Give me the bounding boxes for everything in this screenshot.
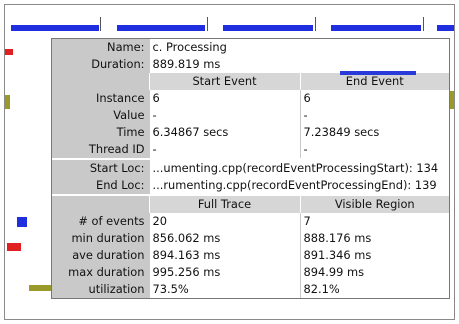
- end-loc-label: End Loc:: [52, 177, 149, 194]
- utilization-full: 73.5%: [148, 281, 300, 298]
- event-bar-blue[interactable]: [437, 25, 454, 31]
- value-start: -: [148, 107, 300, 124]
- timeline-view[interactable]: Name: c. Processing Duration: 889.819 ms…: [4, 4, 455, 320]
- instance-label: Instance: [52, 90, 149, 107]
- max-duration-label: max duration: [52, 264, 149, 281]
- max-duration-full: 995.256 ms: [148, 264, 300, 281]
- max-duration-visible: 894.99 ms: [299, 264, 449, 281]
- value-end: -: [299, 107, 449, 124]
- event-marker-red[interactable]: [5, 49, 13, 55]
- duration-bar: [340, 71, 416, 75]
- ave-duration-full: 894.163 ms: [148, 247, 300, 264]
- duration-label: Duration:: [52, 56, 149, 73]
- event-count-label: # of events: [52, 213, 149, 230]
- name-label: Name:: [52, 39, 149, 56]
- min-duration-visible: 888.176 ms: [299, 230, 449, 247]
- event-bar-blue[interactable]: [331, 25, 421, 31]
- tooltip-summary: Name: c. Processing Duration: 889.819 ms: [52, 39, 449, 73]
- utilization-visible: 82.1%: [299, 281, 449, 298]
- stats-table: Full Trace Visible Region # of events 20…: [52, 194, 449, 298]
- thread-id-start: -: [148, 141, 300, 158]
- event-bar-blue[interactable]: [223, 25, 313, 31]
- event-bar-blue[interactable]: [117, 25, 205, 31]
- stats-corner: [52, 195, 149, 213]
- start-event-header: Start Event: [148, 73, 300, 90]
- end-loc-value: ...rumenting.cpp(recordEventProcessingEn…: [148, 177, 449, 194]
- location-table: Start Loc: ...umenting.cpp(recordEventPr…: [52, 158, 449, 194]
- event-marker-olive[interactable]: [29, 285, 51, 291]
- value-label: Value: [52, 107, 149, 124]
- event-bar-blue[interactable]: [11, 25, 99, 31]
- instance-end: 6: [299, 90, 449, 107]
- event-marker-olive[interactable]: [5, 95, 10, 109]
- ave-duration-label: ave duration: [52, 247, 149, 264]
- event-marker-blue[interactable]: [17, 217, 27, 227]
- utilization-label: utilization: [52, 281, 149, 298]
- events-table: Start Event End Event Instance 6 6 Value…: [52, 73, 449, 158]
- event-info-tooltip: Name: c. Processing Duration: 889.819 ms…: [51, 38, 450, 299]
- event-marker-red[interactable]: [7, 243, 21, 251]
- time-tick: [423, 17, 424, 31]
- min-duration-full: 856.062 ms: [148, 230, 300, 247]
- min-duration-label: min duration: [52, 230, 149, 247]
- start-loc-value: ...umenting.cpp(recordEventProcessingSta…: [148, 159, 449, 177]
- visible-region-header: Visible Region: [299, 195, 449, 213]
- timeline-track-top[interactable]: [5, 5, 454, 35]
- instance-start: 6: [148, 90, 300, 107]
- end-event-header: End Event: [299, 73, 449, 90]
- time-tick: [207, 17, 208, 31]
- events-corner: [52, 73, 149, 90]
- name-value: c. Processing: [148, 39, 449, 56]
- full-trace-header: Full Trace: [148, 195, 300, 213]
- time-tick: [315, 17, 316, 31]
- thread-id-label: Thread ID: [52, 141, 149, 158]
- time-label: Time: [52, 124, 149, 141]
- event-count-visible: 7: [299, 213, 449, 230]
- event-count-full: 20: [148, 213, 300, 230]
- ave-duration-visible: 891.346 ms: [299, 247, 449, 264]
- time-end: 7.23849 secs: [299, 124, 449, 141]
- time-start: 6.34867 secs: [148, 124, 300, 141]
- time-tick: [100, 17, 101, 31]
- thread-id-end: -: [299, 141, 449, 158]
- start-loc-label: Start Loc:: [52, 159, 149, 177]
